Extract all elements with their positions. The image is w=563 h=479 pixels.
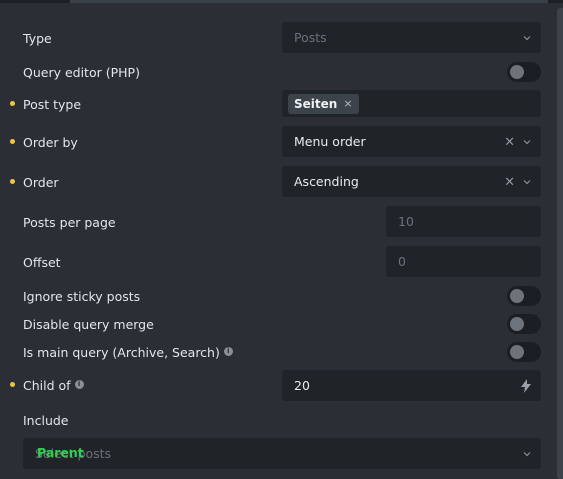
toggle-knob xyxy=(510,65,524,79)
main-query-label-wrap: Is main query (Archive, Search) i xyxy=(23,345,233,360)
modified-indicator xyxy=(10,101,15,106)
posts-per-page-input[interactable]: 10 xyxy=(386,206,541,237)
ignore-sticky-toggle[interactable] xyxy=(507,286,541,306)
chevron-down-icon xyxy=(523,451,531,456)
include-select[interactable]: Select posts xyxy=(23,438,541,469)
offset-label: Offset xyxy=(23,255,61,270)
modified-indicator xyxy=(10,139,15,144)
query-editor-label: Query editor (PHP) xyxy=(23,65,140,80)
child-of-label-wrap: Child of i xyxy=(23,378,84,393)
type-value: Posts xyxy=(294,30,327,45)
disable-merge-toggle[interactable] xyxy=(507,314,541,334)
modified-indicator xyxy=(10,382,15,387)
chevron-down-icon xyxy=(523,139,531,144)
info-icon[interactable]: i xyxy=(223,347,233,356)
order-by-label: Order by xyxy=(23,135,78,150)
main-query-toggle[interactable] xyxy=(507,342,541,362)
order-select[interactable]: Ascending × xyxy=(282,166,541,197)
disable-merge-label: Disable query merge xyxy=(23,317,154,332)
child-of-label: Child of xyxy=(23,378,71,393)
order-value: Ascending xyxy=(294,174,359,189)
chevron-down-icon xyxy=(523,179,531,184)
tag-remove-icon[interactable]: × xyxy=(343,97,352,110)
toggle-knob xyxy=(510,345,524,359)
type-label: Type xyxy=(23,31,52,46)
info-icon[interactable]: i xyxy=(74,380,84,389)
ignore-sticky-label: Ignore sticky posts xyxy=(23,289,141,304)
clear-icon[interactable]: × xyxy=(504,174,515,189)
offset-input[interactable]: 0 xyxy=(386,246,541,277)
posts-per-page-label: Posts per page xyxy=(23,215,116,230)
clear-icon[interactable]: × xyxy=(504,134,515,149)
offset-placeholder: 0 xyxy=(398,254,406,269)
toggle-knob xyxy=(510,289,524,303)
query-editor-toggle[interactable] xyxy=(507,62,541,82)
dynamic-data-bolt-icon[interactable] xyxy=(521,378,531,393)
query-settings-panel: Type Posts Query editor (PHP) Post type … xyxy=(0,0,557,479)
main-query-label: Is main query (Archive, Search) xyxy=(23,345,220,360)
post-type-label: Post type xyxy=(23,97,82,112)
post-type-multiselect[interactable]: Seiten × xyxy=(282,90,541,117)
posts-per-page-placeholder: 10 xyxy=(398,214,414,229)
type-select[interactable]: Posts xyxy=(282,22,541,53)
order-label: Order xyxy=(23,175,59,190)
child-of-value: 20 xyxy=(294,378,310,393)
chevron-down-icon xyxy=(523,35,531,40)
include-label: Include xyxy=(23,413,69,428)
modified-indicator xyxy=(10,179,15,184)
parent-overlay-label: Parent xyxy=(37,445,84,460)
order-by-select[interactable]: Menu order × xyxy=(282,126,541,157)
child-of-input[interactable]: 20 xyxy=(282,370,541,401)
post-type-tag-label: Seiten xyxy=(294,96,338,111)
order-by-value: Menu order xyxy=(294,134,366,149)
toggle-knob xyxy=(510,317,524,331)
post-type-tag: Seiten × xyxy=(288,93,359,114)
scrollbar[interactable] xyxy=(557,8,563,479)
